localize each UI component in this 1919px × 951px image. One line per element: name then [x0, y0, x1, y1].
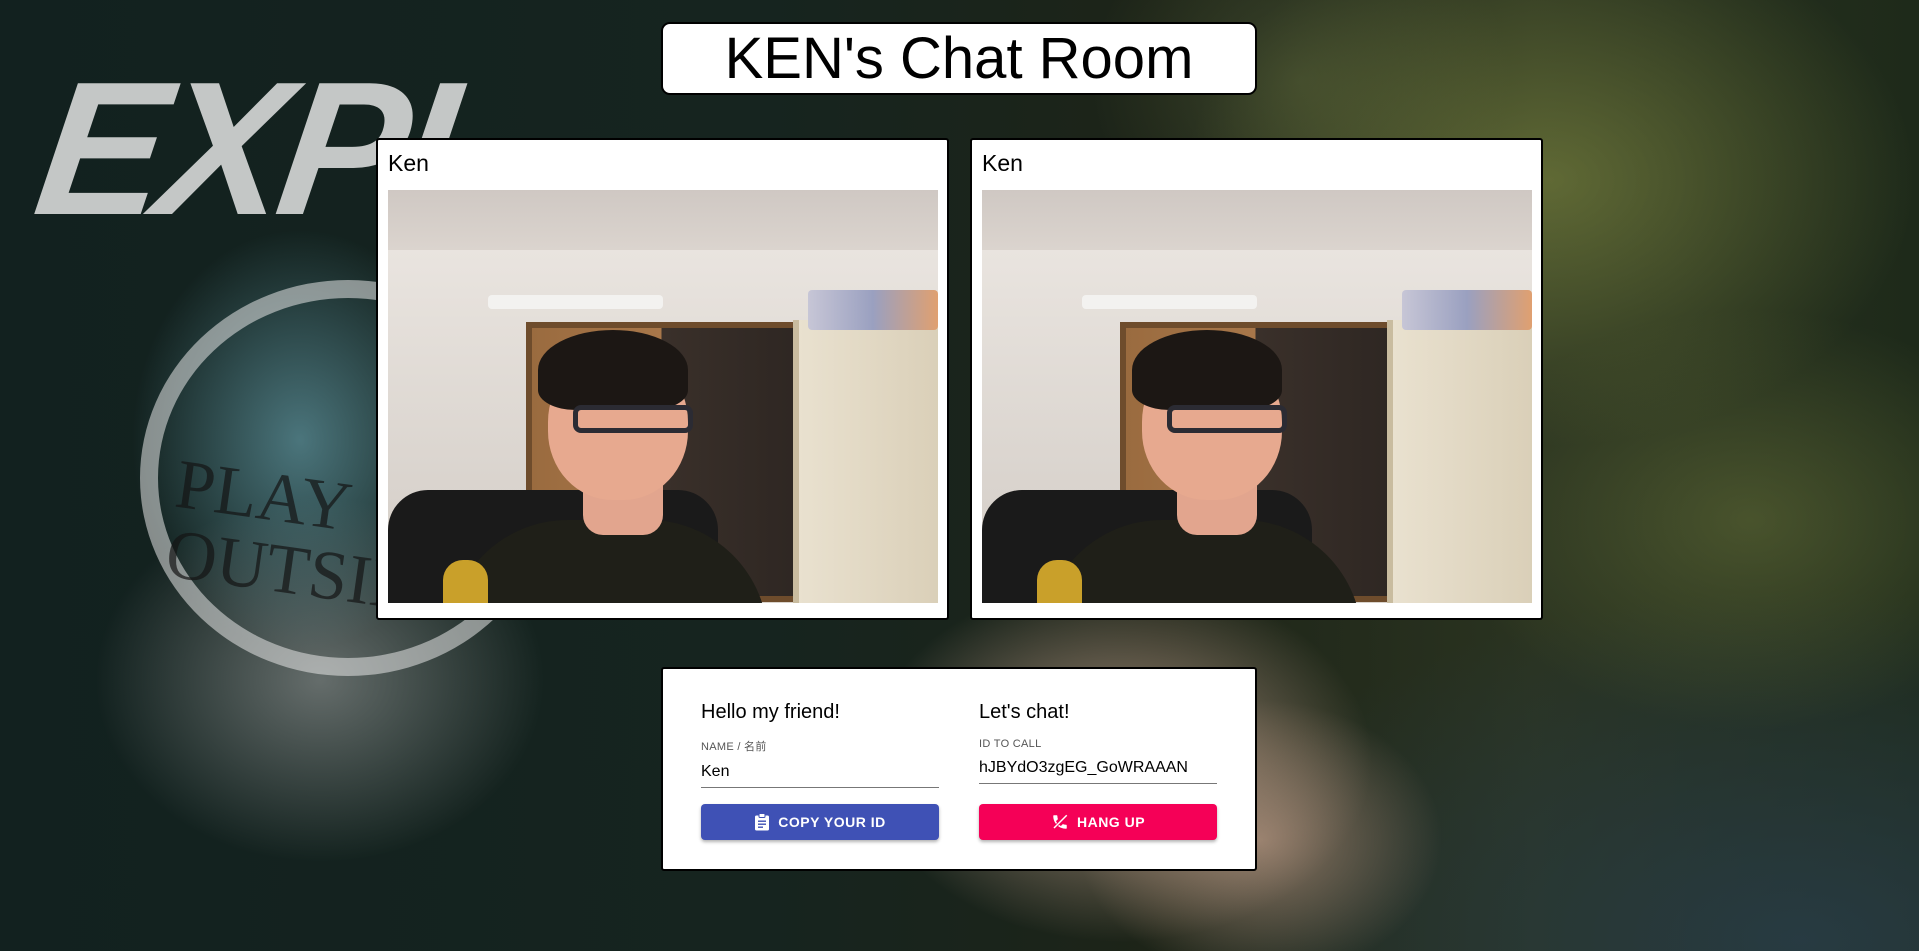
call-heading: Let's chat!: [979, 701, 1070, 723]
phone-disabled-icon: [1052, 814, 1068, 830]
greeting-heading: Hello my friend!: [701, 701, 840, 723]
video-card-local: Ken: [376, 138, 949, 620]
video-caller-name: Ken: [982, 150, 1023, 176]
name-field-label: NAME / 名前: [701, 741, 767, 753]
call-control-panel: Hello my friend! NAME / 名前 COPY YOUR ID …: [661, 667, 1257, 871]
name-input[interactable]: [701, 760, 939, 788]
copy-id-label: COPY YOUR ID: [778, 814, 886, 830]
video-card-remote: Ken: [970, 138, 1543, 620]
account-info-column: Hello my friend! NAME / 名前: [701, 701, 939, 788]
hang-up-label: HANG UP: [1076, 814, 1146, 830]
copy-id-button[interactable]: COPY YOUR ID: [701, 804, 939, 840]
clipboard-icon: [755, 813, 770, 831]
video-caller-name: Ken: [388, 150, 429, 176]
video-stream: [388, 190, 938, 603]
page-title: KEN's Chat Room: [724, 26, 1194, 91]
id-to-call-input[interactable]: [979, 756, 1217, 784]
title-box: KEN's Chat Room: [661, 22, 1257, 95]
hang-up-button[interactable]: HANG UP: [979, 804, 1217, 840]
call-column: Let's chat! ID TO CALL: [979, 701, 1217, 784]
id-to-call-label: ID TO CALL: [979, 738, 1042, 750]
video-stream: [982, 190, 1532, 603]
